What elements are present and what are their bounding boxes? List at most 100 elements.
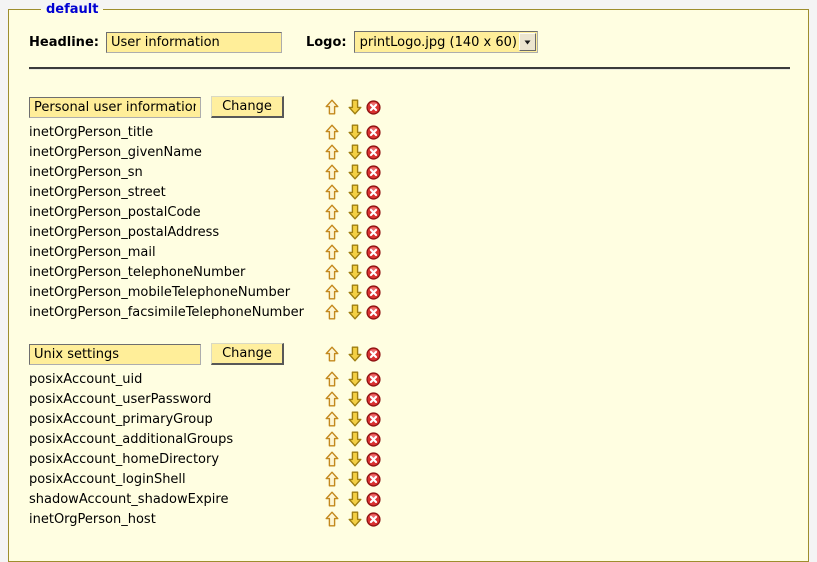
section-title-input[interactable]	[29, 344, 201, 365]
delete-icon[interactable]	[366, 452, 381, 467]
up-arrow-icon[interactable]	[325, 411, 339, 427]
row-icon-group	[325, 491, 381, 507]
up-arrow-icon[interactable]	[325, 451, 339, 467]
down-arrow-icon[interactable]	[348, 124, 362, 140]
row-icon-group	[325, 304, 381, 320]
up-arrow-icon[interactable]	[325, 284, 339, 300]
up-arrow-icon[interactable]	[325, 164, 339, 180]
down-arrow-icon[interactable]	[348, 411, 362, 427]
down-arrow-icon[interactable]	[348, 164, 362, 180]
delete-icon[interactable]	[366, 245, 381, 260]
up-arrow-icon[interactable]	[325, 184, 339, 200]
row-icon-group	[325, 264, 381, 280]
field-label: inetOrgPerson_postalCode	[29, 205, 325, 220]
delete-icon[interactable]	[366, 512, 381, 527]
delete-icon[interactable]	[366, 265, 381, 280]
up-arrow-icon[interactable]	[325, 99, 339, 115]
down-arrow-icon[interactable]	[348, 184, 362, 200]
up-arrow-icon[interactable]	[325, 224, 339, 240]
up-arrow-icon[interactable]	[325, 264, 339, 280]
down-arrow-icon[interactable]	[348, 491, 362, 507]
down-arrow-icon[interactable]	[348, 244, 362, 260]
up-arrow-icon[interactable]	[325, 304, 339, 320]
down-arrow-icon[interactable]	[348, 391, 362, 407]
row-icon-group	[325, 511, 381, 527]
delete-icon[interactable]	[366, 205, 381, 220]
down-arrow-icon[interactable]	[348, 284, 362, 300]
down-arrow-icon[interactable]	[348, 99, 362, 115]
section-rows: posixAccount_uid posixAccount_userPasswo…	[29, 369, 796, 529]
up-arrow-icon[interactable]	[325, 391, 339, 407]
delete-icon[interactable]	[366, 225, 381, 240]
row-icon-group	[325, 244, 381, 260]
section-icon-group	[325, 346, 381, 362]
delete-icon[interactable]	[366, 125, 381, 140]
up-arrow-icon[interactable]	[325, 471, 339, 487]
delete-icon[interactable]	[366, 472, 381, 487]
delete-icon[interactable]	[366, 185, 381, 200]
row-icon-group	[325, 124, 381, 140]
down-arrow-icon[interactable]	[348, 431, 362, 447]
row-icon-group	[325, 371, 381, 387]
delete-icon[interactable]	[366, 100, 381, 115]
field-row: inetOrgPerson_title	[29, 122, 796, 142]
up-arrow-icon[interactable]	[325, 124, 339, 140]
field-row: inetOrgPerson_postalAddress	[29, 222, 796, 242]
row-icon-group	[325, 451, 381, 467]
delete-icon[interactable]	[366, 372, 381, 387]
up-arrow-icon[interactable]	[325, 144, 339, 160]
down-arrow-icon[interactable]	[348, 371, 362, 387]
down-arrow-icon[interactable]	[348, 471, 362, 487]
up-arrow-icon[interactable]	[325, 244, 339, 260]
delete-icon[interactable]	[366, 392, 381, 407]
field-label: posixAccount_primaryGroup	[29, 412, 325, 427]
down-arrow-icon[interactable]	[348, 511, 362, 527]
down-arrow-icon[interactable]	[348, 144, 362, 160]
field-row: inetOrgPerson_mobileTelephoneNumber	[29, 282, 796, 302]
delete-icon[interactable]	[366, 285, 381, 300]
delete-icon[interactable]	[366, 492, 381, 507]
field-row: inetOrgPerson_host	[29, 509, 796, 529]
up-arrow-icon[interactable]	[325, 491, 339, 507]
dropdown-button[interactable]	[519, 33, 536, 51]
field-label: inetOrgPerson_mobileTelephoneNumber	[29, 285, 325, 300]
field-label: posixAccount_homeDirectory	[29, 452, 325, 467]
default-fieldset: default Headline: Logo: printLogo.jpg (1…	[8, 2, 809, 562]
delete-icon[interactable]	[366, 305, 381, 320]
down-arrow-icon[interactable]	[348, 346, 362, 362]
up-arrow-icon[interactable]	[325, 371, 339, 387]
down-arrow-icon[interactable]	[348, 224, 362, 240]
delete-icon[interactable]	[366, 145, 381, 160]
logo-select-value: printLogo.jpg (140 x 60)	[355, 35, 519, 50]
change-button[interactable]: Change	[211, 343, 284, 365]
up-arrow-icon[interactable]	[325, 346, 339, 362]
sections: Change inetOrgPerson_titl	[29, 96, 796, 529]
delete-icon[interactable]	[366, 432, 381, 447]
delete-icon[interactable]	[366, 412, 381, 427]
logo-select[interactable]: printLogo.jpg (140 x 60)	[354, 31, 538, 53]
row-icon-group	[325, 391, 381, 407]
row-icon-group	[325, 411, 381, 427]
field-row: posixAccount_userPassword	[29, 389, 796, 409]
section-title-input[interactable]	[29, 97, 201, 118]
up-arrow-icon[interactable]	[325, 511, 339, 527]
row-icon-group	[325, 431, 381, 447]
delete-icon[interactable]	[366, 347, 381, 362]
field-row: posixAccount_additionalGroups	[29, 429, 796, 449]
field-row: inetOrgPerson_telephoneNumber	[29, 262, 796, 282]
divider	[29, 67, 790, 70]
down-arrow-icon[interactable]	[348, 204, 362, 220]
down-arrow-icon[interactable]	[348, 264, 362, 280]
delete-icon[interactable]	[366, 165, 381, 180]
field-row: inetOrgPerson_facsimileTelephoneNumber	[29, 302, 796, 322]
down-arrow-icon[interactable]	[348, 451, 362, 467]
up-arrow-icon[interactable]	[325, 204, 339, 220]
change-button[interactable]: Change	[211, 96, 284, 118]
row-icon-group	[325, 204, 381, 220]
headline-label: Headline:	[29, 35, 99, 50]
down-arrow-icon[interactable]	[348, 304, 362, 320]
section: Change inetOrgPerson_titl	[29, 96, 796, 322]
field-label: inetOrgPerson_title	[29, 125, 325, 140]
up-arrow-icon[interactable]	[325, 431, 339, 447]
headline-input[interactable]	[106, 32, 282, 53]
